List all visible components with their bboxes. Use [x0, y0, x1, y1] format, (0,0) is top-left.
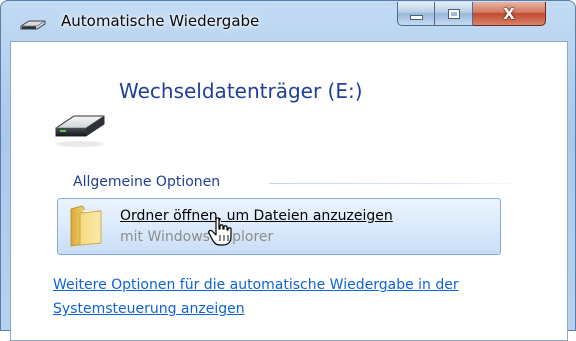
section-divider: [269, 183, 527, 184]
close-icon: X: [503, 4, 515, 23]
section-heading: Allgemeine Optionen: [73, 174, 221, 190]
close-button[interactable]: X: [473, 2, 546, 26]
open-folder-option[interactable]: Ordner öffnen, um Dateien anzuzeigen mit…: [57, 198, 501, 255]
minimize-icon: [409, 15, 423, 20]
maximize-icon: [447, 8, 460, 19]
removable-drive-icon: [20, 20, 46, 30]
minimize-button[interactable]: [397, 2, 435, 26]
autoplay-window: Automatische Wiedergabe X Wechseldatentr…: [0, 0, 576, 341]
title-bar[interactable]: Automatische Wiedergabe X: [1, 1, 576, 41]
dialog-content: Wechseldatenträger (E:) Allgemeine Optio…: [10, 41, 568, 341]
hand-cursor-icon: [208, 217, 232, 246]
more-options-link[interactable]: Weitere Optionen für die automatische Wi…: [53, 273, 523, 321]
caption-buttons: X: [397, 2, 546, 26]
maximize-button[interactable]: [435, 2, 473, 26]
window-title: Automatische Wiedergabe: [61, 12, 260, 30]
removable-drive-icon: [55, 115, 105, 147]
device-title: Wechseldatenträger (E:): [119, 79, 363, 103]
folder-icon: [70, 205, 102, 247]
option-subtitle: mit Windows-Explorer: [120, 229, 274, 245]
option-title[interactable]: Ordner öffnen, um Dateien anzuzeigen: [120, 208, 393, 224]
